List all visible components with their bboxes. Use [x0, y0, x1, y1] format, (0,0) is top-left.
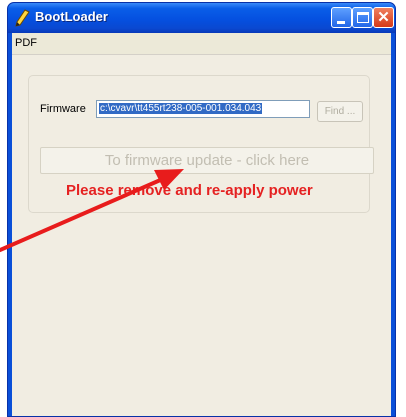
- title-bar[interactable]: BootLoader ✕: [8, 3, 395, 33]
- firmware-update-button[interactable]: To firmware update - click here: [40, 147, 374, 174]
- minimize-icon: [337, 21, 345, 24]
- menu-bar: PDF: [12, 33, 391, 55]
- client-area: Firmware c:\cvavr\tt455rt238-005-001.034…: [12, 55, 391, 416]
- minimize-button[interactable]: [331, 7, 352, 28]
- firmware-path-value: c:\cvavr\tt455rt238-005-001.034.043: [99, 103, 263, 114]
- window-title: BootLoader: [35, 9, 108, 24]
- bootloader-window: BootLoader ✕ PDF Firmware c:\cvavr\tt455…: [7, 2, 396, 417]
- menu-item-pdf[interactable]: PDF: [15, 37, 37, 49]
- find-button[interactable]: Find ...: [317, 101, 363, 122]
- close-icon: ✕: [377, 9, 390, 26]
- maximize-button[interactable]: [352, 7, 373, 28]
- maximize-icon: [357, 12, 369, 23]
- firmware-panel: Firmware c:\cvavr\tt455rt238-005-001.034…: [28, 75, 374, 213]
- power-cycle-message: Please remove and re-apply power: [66, 182, 313, 199]
- firmware-label: Firmware: [40, 103, 86, 115]
- pencil-icon: [14, 9, 30, 27]
- firmware-path-input[interactable]: c:\cvavr\tt455rt238-005-001.034.043: [96, 100, 310, 118]
- close-button[interactable]: ✕: [373, 7, 394, 28]
